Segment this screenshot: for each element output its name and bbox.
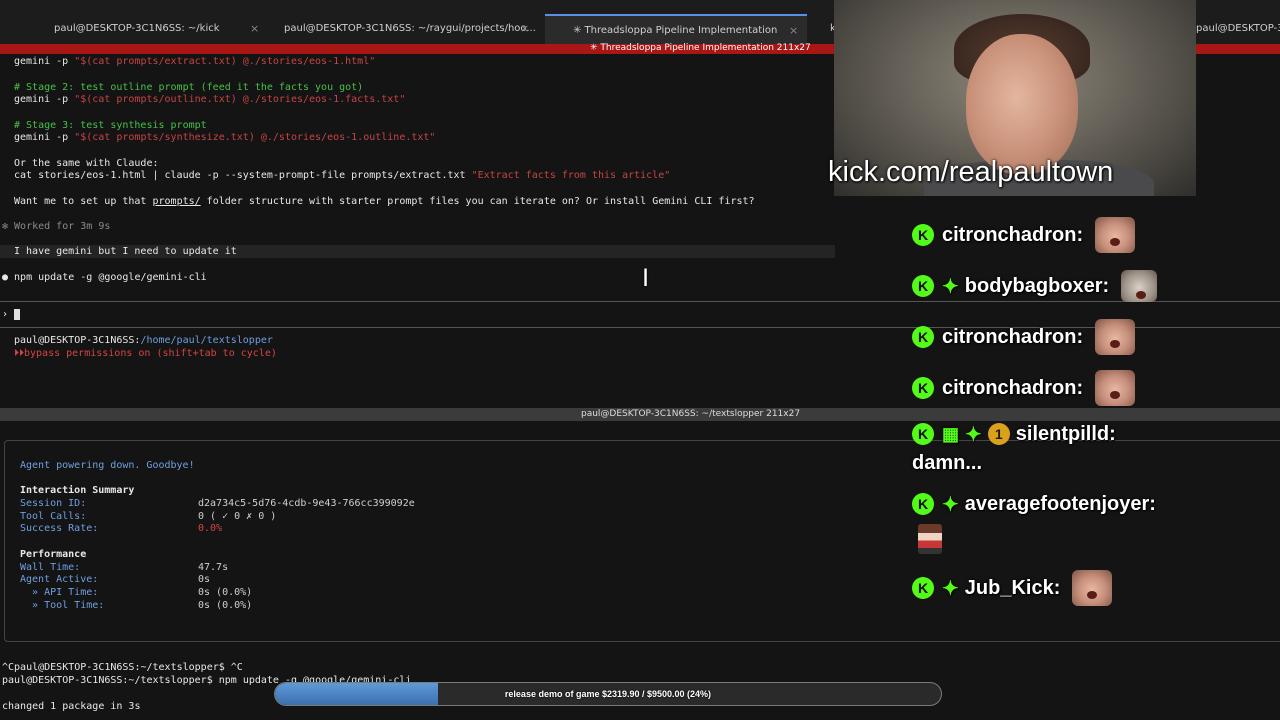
terminal-line: Or the same with Claude: <box>14 158 159 169</box>
anime-emote-icon <box>918 524 942 554</box>
progress-label: release demo of game $2319.90 / $9500.00… <box>504 689 712 699</box>
terminal-line: gemini -p "$(cat prompts/synthesize.txt)… <box>14 132 436 143</box>
prompt-char: › <box>2 309 9 320</box>
perf-value: 0s <box>198 574 211 585</box>
summary-label: Success Rate: <box>20 523 99 534</box>
perf-value: 47.7s <box>198 562 229 573</box>
close-icon[interactable]: × <box>250 14 259 44</box>
chat-username: bodybagboxer: <box>964 274 1110 297</box>
divider <box>0 301 1280 302</box>
tool-call-line: ● npm update -g @google/gemini-cli <box>2 272 207 283</box>
tab-partial[interactable]: k <box>808 14 836 44</box>
emote-icon <box>1095 217 1136 253</box>
user-message: I have gemini but I need to update it <box>14 246 237 257</box>
shell-line: ^Cpaul@DESKTOP-3C1N6SS:~/textslopper$ ^C <box>2 662 243 673</box>
kick-badge-icon: K <box>912 326 934 348</box>
emote-icon <box>1121 270 1158 302</box>
chat-message: K citronchadron: <box>912 370 1136 406</box>
kick-badge-icon: K <box>912 493 934 515</box>
interaction-summary-box <box>4 440 1280 642</box>
perf-label: » API Time: <box>20 587 99 598</box>
goodbye-text: Agent powering down. Goodbye! <box>20 460 195 471</box>
chat-username: citronchadron: <box>942 325 1084 348</box>
chat-message: K ▦ ✦ 1 silentpilld: <box>912 419 1116 449</box>
perf-value: 0s (0.0%) <box>198 600 253 611</box>
tab-label: paul@DESKTOP-3C1N6SS: ~/kick/kick-w <box>1196 23 1280 34</box>
status-path: paul@DESKTOP-3C1N6SS:/home/paul/textslop… <box>14 335 273 346</box>
terminal-comment: # Stage 3: test synthesis prompt <box>14 120 207 131</box>
terminal-line: gemini -p "$(cat prompts/extract.txt) @.… <box>14 56 376 67</box>
star-badge-icon: ✦ <box>942 275 959 298</box>
chat-message: K ✦ Jub_Kick: <box>912 570 1113 606</box>
kick-badge-icon: K <box>912 275 934 297</box>
terminal-line: cat stories/eos-1.html | claude -p --sys… <box>14 170 671 181</box>
chat-message: K ✦ bodybagboxer: <box>912 270 1158 302</box>
tab-kick[interactable]: paul@DESKTOP-3C1N6SS: ~/kick × <box>0 14 268 44</box>
emote-icon <box>1072 570 1113 606</box>
performance-title: Performance <box>20 549 87 560</box>
kick-badge-icon: K <box>912 423 934 445</box>
perf-label: » Tool Time: <box>20 600 105 611</box>
close-icon[interactable]: × <box>520 14 529 44</box>
chat-username: citronchadron: <box>942 223 1084 246</box>
terminal-line: gemini -p "$(cat prompts/outline.txt) @.… <box>14 94 406 105</box>
prompts-folder-link[interactable]: prompts/ <box>152 196 200 207</box>
kick-badge-icon: K <box>912 377 934 399</box>
terminal-line: Want me to set up that prompts/ folder s… <box>14 196 755 207</box>
summary-title: Interaction Summary <box>20 485 135 496</box>
text-cursor-icon: I <box>642 264 650 292</box>
tab-raygui[interactable]: paul@DESKTOP-3C1N6SS: ~/raygui/projects/… <box>268 14 540 44</box>
summary-label: Session ID: <box>20 498 87 509</box>
close-icon[interactable]: × <box>789 16 798 46</box>
chat-username: averagefootenjoyer: <box>964 492 1156 515</box>
bypass-permissions: ⏵⏵bypass permissions on (shift+tab to cy… <box>14 348 277 359</box>
kick-badge-icon: K <box>912 224 934 246</box>
tab-threadsloppa[interactable]: ✳ Threadsloppa Pipeline Implementation × <box>545 14 807 44</box>
kick-badge-icon: K <box>912 577 934 599</box>
chat-message: K citronchadron: <box>912 319 1136 355</box>
summary-value: 0 ( ✓ 0 ✗ 0 ) <box>198 511 277 522</box>
summary-value: 0.0% <box>198 523 223 534</box>
tab-label: ✳ Threadsloppa Pipeline Implementation <box>573 25 778 36</box>
star-badge-icon: ✦ <box>965 423 982 446</box>
star-badge-icon: ✦ <box>942 493 959 516</box>
chat-username: Jub_Kick: <box>964 576 1061 599</box>
shell-line: changed 1 package in 3s <box>2 701 141 712</box>
emote-icon <box>1095 370 1136 406</box>
chat-message: K ✦ averagefootenjoyer: <box>912 489 1156 519</box>
star-badge-icon: ✦ <box>942 577 959 600</box>
tab-kick-w[interactable]: paul@DESKTOP-3C1N6SS: ~/kick/kick-w <box>1196 14 1280 44</box>
tab-label: paul@DESKTOP-3C1N6SS: ~/raygui/projects/… <box>284 23 536 34</box>
emote-icon <box>1095 319 1136 355</box>
summary-label: Tool Calls: <box>20 511 87 522</box>
perf-value: 0s (0.0%) <box>198 587 253 598</box>
perf-label: Wall Time: <box>20 562 81 573</box>
worked-status: ✻ Worked for 3m 9s <box>2 221 111 232</box>
input-cursor[interactable] <box>14 309 20 320</box>
chat-username: silentpilld: <box>1015 422 1116 445</box>
perf-label: Agent Active: <box>20 574 99 585</box>
chat-message-text: damn... <box>912 452 983 474</box>
donation-goal-progress: release demo of game $2319.90 / $9500.00… <box>274 682 942 706</box>
terminal-comment: # Stage 2: test outline prompt (feed it … <box>14 82 364 93</box>
gift-badge-icon: ▦ <box>942 423 960 444</box>
chat-username: citronchadron: <box>942 376 1084 399</box>
subscriber-badge-icon: 1 <box>987 423 1010 445</box>
tab-label: paul@DESKTOP-3C1N6SS: ~/kick <box>54 23 220 34</box>
top-pane-title: ✳ Threadsloppa Pipeline Implementation 2… <box>590 43 811 53</box>
bottom-pane-title: paul@DESKTOP-3C1N6SS: ~/textslopper 211x… <box>581 409 801 419</box>
stream-url: kick.com/realpaultown <box>828 156 1114 188</box>
summary-value: d2a734c5-5d76-4cdb-9e43-766cc399092e <box>198 498 415 509</box>
chat-message: K citronchadron: <box>912 217 1136 253</box>
